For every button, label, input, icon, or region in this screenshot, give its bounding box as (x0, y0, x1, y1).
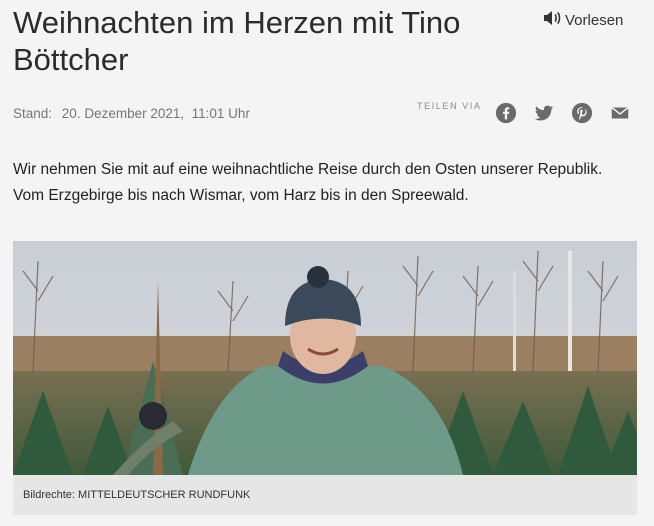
share-bar (495, 102, 631, 124)
facebook-icon[interactable] (495, 102, 517, 124)
article-intro: Wir nehmen Sie mit auf eine weihnachtlic… (13, 161, 603, 204)
read-aloud-label: Vorlesen (565, 11, 624, 29)
article-meta: Stand: 20. Dezember 2021, 11:01 Uhr (13, 106, 250, 121)
publish-date: 20. Dezember 2021, 11:01 Uhr (61, 106, 250, 121)
stand-label: Stand: (13, 106, 53, 121)
share-label: TEILEN VIA (417, 101, 482, 111)
speaker-icon (543, 10, 561, 30)
article-image (13, 241, 637, 475)
article-title: Weihnachten im Herzen mit Tino Böttcher (13, 5, 461, 77)
twitter-icon[interactable] (533, 102, 555, 124)
image-caption: Bildrechte: MITTELDEUTSCHER RUNDFUNK (13, 475, 637, 515)
email-icon[interactable] (609, 102, 631, 124)
read-aloud-button[interactable]: Vorlesen (543, 10, 623, 30)
pinterest-icon[interactable] (571, 102, 593, 124)
